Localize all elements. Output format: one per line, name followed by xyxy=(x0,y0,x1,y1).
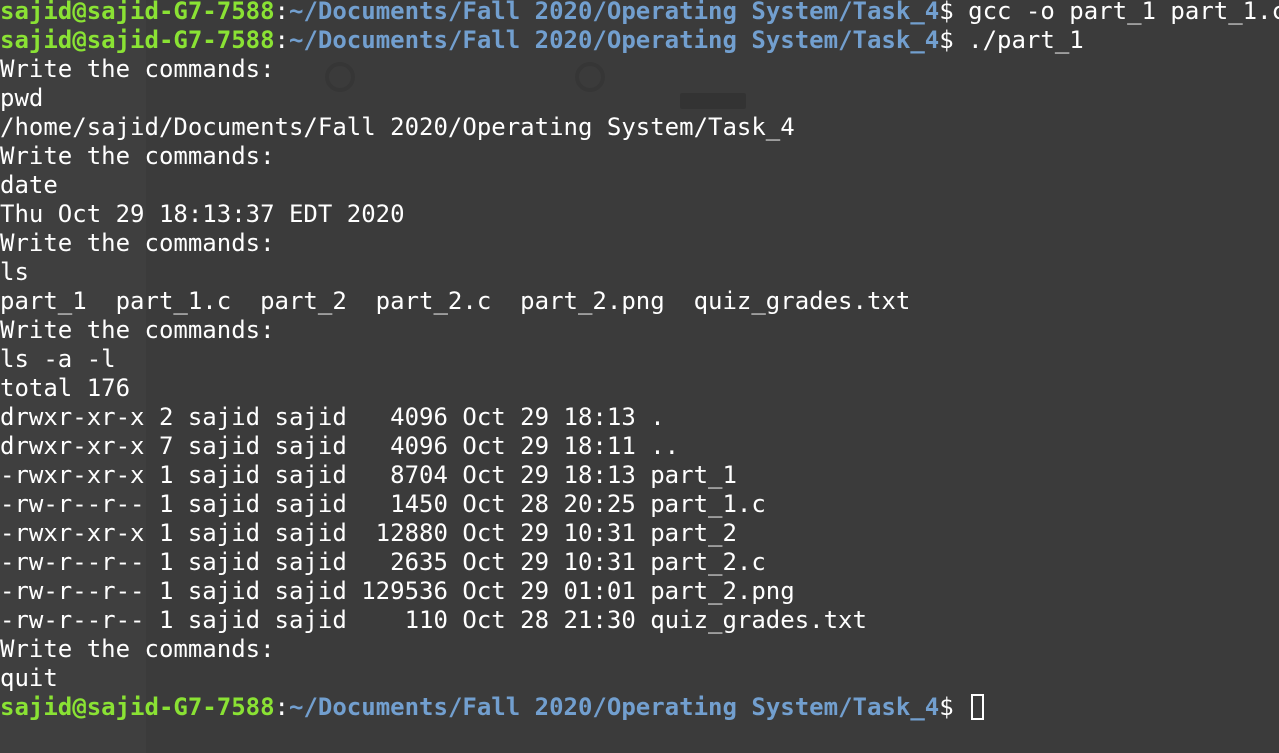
output-line: -rw-r--r-- 1 sajid sajid 2635 Oct 29 10:… xyxy=(0,548,766,576)
prompt-separator: : xyxy=(274,0,289,25)
output-line: ls xyxy=(0,258,29,286)
output-line: -rwxr-xr-x 1 sajid sajid 12880 Oct 29 10… xyxy=(0,519,737,547)
output-line: Write the commands: xyxy=(0,316,275,344)
prompt-path: ~/Documents/Fall 2020/Operating System/T… xyxy=(289,693,940,721)
prompt-user: sajid@sajid-G7-7588 xyxy=(0,693,275,721)
output-line: pwd xyxy=(0,84,44,112)
prompt-path: ~/Documents/Fall 2020/Operating System/T… xyxy=(289,0,940,25)
prompt-symbol: $ xyxy=(939,0,969,25)
output-line: Write the commands: xyxy=(0,635,275,663)
output-line: Write the commands: xyxy=(0,229,275,257)
output-line: drwxr-xr-x 2 sajid sajid 4096 Oct 29 18:… xyxy=(0,403,665,431)
output-line: ls -a -l xyxy=(0,345,116,373)
prompt-line: sajid@sajid-G7-7588:~/Documents/Fall 202… xyxy=(0,0,1279,26)
output-line: Write the commands: xyxy=(0,142,275,170)
prompt-separator: : xyxy=(274,693,289,721)
prompt-user: sajid@sajid-G7-7588 xyxy=(0,0,275,25)
prompt-symbol: $ xyxy=(939,26,969,54)
output-line: total 176 xyxy=(0,374,131,402)
command-text: gcc -o part_1 part_1.c xyxy=(968,0,1279,25)
command-text: ./part_1 xyxy=(968,26,1084,54)
output-line: -rw-r--r-- 1 sajid sajid 110 Oct 28 21:3… xyxy=(0,606,867,634)
output-line: part_1 part_1.c part_2 part_2.c part_2.p… xyxy=(0,287,911,315)
output-line: /home/sajid/Documents/Fall 2020/Operatin… xyxy=(0,113,795,141)
output-line: -rw-r--r-- 1 sajid sajid 129536 Oct 29 0… xyxy=(0,577,795,605)
output-line: -rwxr-xr-x 1 sajid sajid 8704 Oct 29 18:… xyxy=(0,461,737,489)
prompt-separator: : xyxy=(274,26,289,54)
output-line: Write the commands: xyxy=(0,55,275,83)
terminal-window[interactable]: sajid@sajid-G7-7588:~/Documents/Fall 202… xyxy=(0,0,1279,753)
cursor[interactable] xyxy=(971,694,985,720)
output-line: drwxr-xr-x 7 sajid sajid 4096 Oct 29 18:… xyxy=(0,432,680,460)
output-line: Thu Oct 29 18:13:37 EDT 2020 xyxy=(0,200,405,228)
prompt-symbol: $ xyxy=(939,693,969,721)
terminal-output: sajid@sajid-G7-7588:~/Documents/Fall 202… xyxy=(0,0,1279,722)
prompt-line: sajid@sajid-G7-7588:~/Documents/Fall 202… xyxy=(0,693,1279,722)
prompt-line: sajid@sajid-G7-7588:~/Documents/Fall 202… xyxy=(0,26,1279,55)
prompt-path: ~/Documents/Fall 2020/Operating System/T… xyxy=(289,26,940,54)
output-line: date xyxy=(0,171,58,199)
output-line: -rw-r--r-- 1 sajid sajid 1450 Oct 28 20:… xyxy=(0,490,766,518)
prompt-user: sajid@sajid-G7-7588 xyxy=(0,26,275,54)
output-line: quit xyxy=(0,664,58,692)
